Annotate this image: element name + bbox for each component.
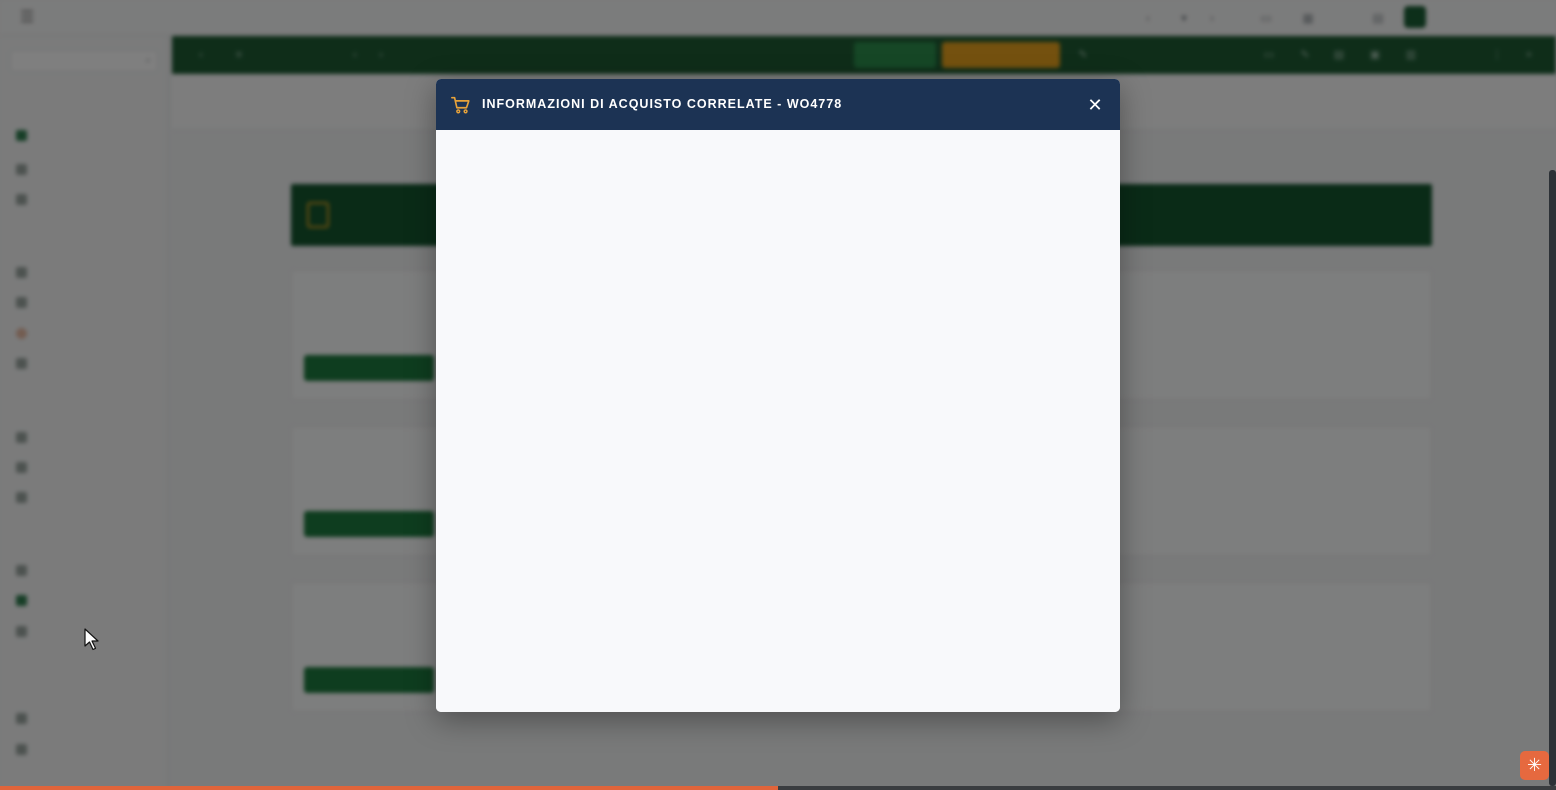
mouse-cursor-icon	[84, 628, 99, 651]
purchase-info-modal: INFORMAZIONI DI ACQUISTO CORRELATE - WO4…	[436, 79, 1120, 712]
scrollbar[interactable]	[1549, 170, 1556, 786]
modal-header: INFORMAZIONI DI ACQUISTO CORRELATE - WO4…	[436, 79, 1120, 130]
sparkle-icon[interactable]: ✳	[1520, 751, 1549, 780]
modal-body	[436, 130, 1120, 712]
modal-title: INFORMAZIONI DI ACQUISTO CORRELATE - WO4…	[482, 97, 843, 111]
shopping-cart-icon	[451, 96, 470, 114]
progress-bar-fill	[0, 786, 778, 790]
progress-bar	[0, 786, 1556, 790]
close-icon[interactable]: ✕	[1082, 92, 1108, 118]
